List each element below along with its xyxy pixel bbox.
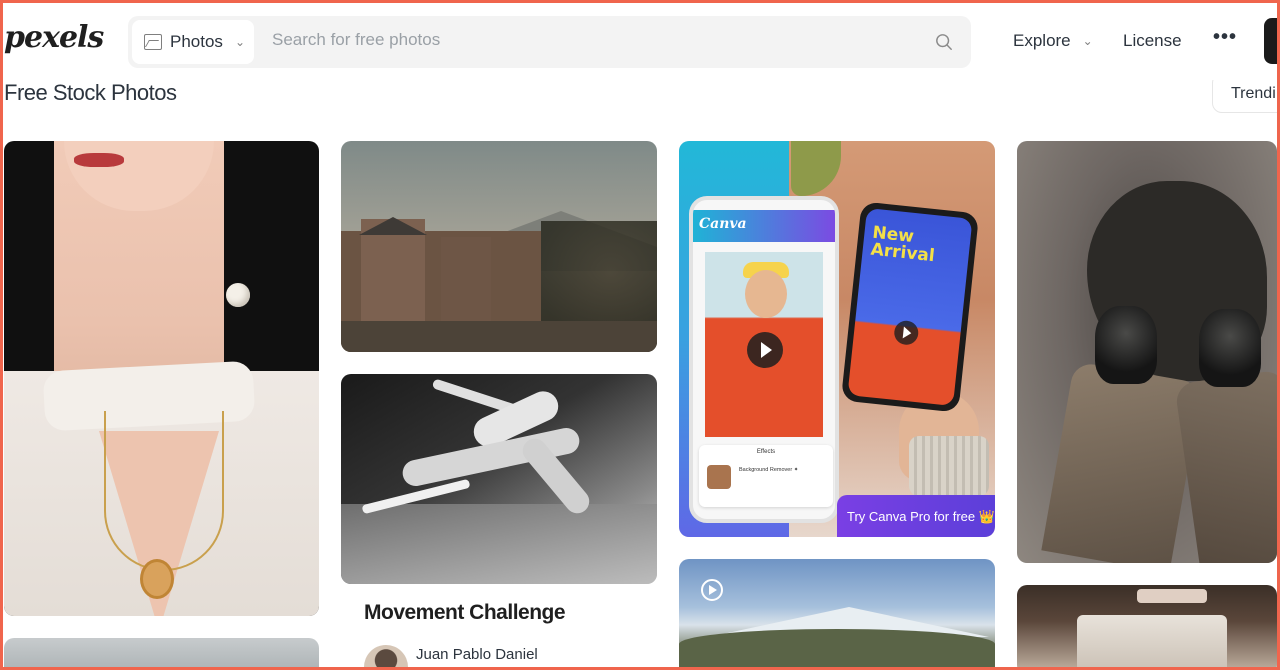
- search-type-label: Photos: [170, 32, 223, 51]
- photo-detail: [679, 629, 995, 670]
- photo-card-van[interactable]: [1017, 585, 1277, 670]
- play-icon: [747, 332, 783, 368]
- phone-photo: [705, 252, 823, 437]
- phone-mockup: Canva Effects Background Remover ✦: [689, 196, 839, 523]
- photo-card-woman[interactable]: [4, 141, 319, 616]
- photo-detail: [359, 217, 427, 235]
- photo-detail: [104, 411, 224, 571]
- photo-detail: [74, 153, 124, 167]
- nav-explore[interactable]: Explore ⌄: [1013, 31, 1093, 51]
- collection-author[interactable]: Juan Pablo Daniel: [416, 646, 538, 663]
- try-canva-pro-button[interactable]: Try Canva Pro for free 👑: [837, 495, 995, 537]
- chevron-down-icon: ⌄: [1082, 34, 1093, 48]
- photo-detail: [1199, 309, 1261, 387]
- nav-explore-label: Explore: [1013, 31, 1071, 50]
- search-type-dropdown[interactable]: Photos ⌄: [132, 20, 254, 64]
- photo-detail: [1174, 369, 1277, 563]
- phone-screen: New Arrival: [847, 207, 973, 407]
- photo-detail: [1095, 306, 1157, 384]
- photo-detail: [140, 559, 174, 599]
- photo-detail: [1077, 615, 1227, 670]
- photo-card-castle[interactable]: [341, 141, 657, 352]
- video-card-mountains[interactable]: [679, 559, 995, 670]
- photo-detail: [226, 283, 250, 307]
- nav-license[interactable]: License: [1123, 31, 1182, 51]
- collection-title[interactable]: Movement Challenge: [364, 601, 566, 625]
- photo-detail: [341, 321, 657, 352]
- effects-thumbnail: [707, 465, 731, 489]
- effects-title: Effects: [756, 449, 776, 455]
- photo-detail: [745, 270, 787, 318]
- play-circle-icon: [701, 579, 723, 601]
- effects-item: Background Remover ✦: [739, 467, 799, 473]
- effects-panel: Effects Background Remover ✦: [699, 445, 833, 507]
- photo-detail: [909, 436, 989, 496]
- pexels-logo[interactable]: pexels: [4, 20, 104, 55]
- promo-headline: New Arrival: [869, 222, 936, 267]
- photo-card-fog[interactable]: [4, 638, 319, 670]
- phone-mockup: New Arrival: [840, 201, 980, 413]
- photo-detail: [1137, 589, 1207, 603]
- more-horizontal-icon[interactable]: •••: [1213, 26, 1237, 49]
- photo-card-boots[interactable]: [1017, 141, 1277, 563]
- collection-card-image[interactable]: [341, 374, 657, 584]
- photo-detail: [341, 504, 657, 584]
- search-bar: Photos ⌄: [128, 16, 971, 68]
- search-icon[interactable]: [935, 33, 953, 51]
- top-navbar: pexels Photos ⌄ Explore ⌄ License •••: [0, 0, 1280, 80]
- image-icon: [144, 34, 162, 50]
- chevron-down-icon: ⌄: [234, 35, 245, 49]
- promo-card-canva[interactable]: Canva Effects Background Remover ✦ New A…: [679, 141, 995, 537]
- join-button[interactable]: [1264, 18, 1280, 64]
- play-icon: [893, 319, 920, 346]
- search-input[interactable]: [272, 30, 912, 50]
- canva-logo: Canva: [699, 216, 747, 232]
- page-title: Free Stock Photos: [4, 80, 177, 105]
